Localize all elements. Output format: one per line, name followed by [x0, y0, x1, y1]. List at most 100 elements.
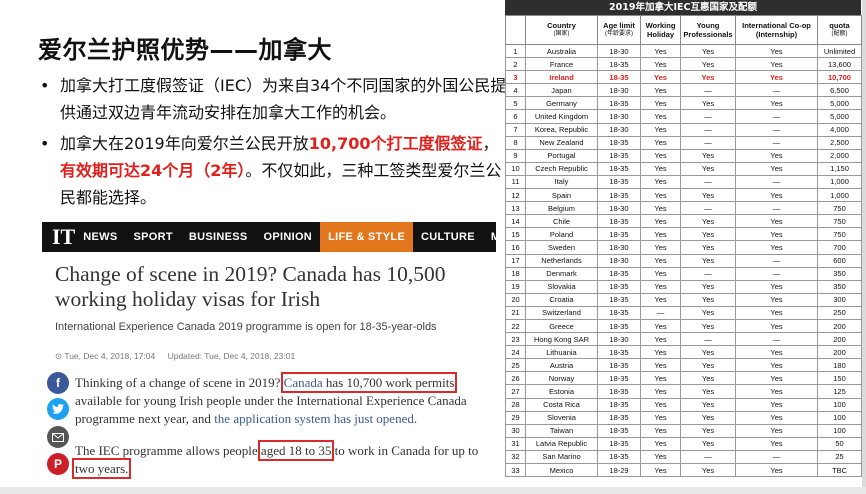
- table-cell: 19: [505, 279, 526, 294]
- table-cell: Yes: [735, 214, 818, 229]
- nav-item-sport[interactable]: SPORT: [125, 222, 180, 252]
- table-cell: 22: [505, 318, 526, 334]
- table-cell: Yes: [680, 305, 736, 320]
- nav-item-business[interactable]: BUSINESS: [181, 222, 256, 252]
- header-label: Working Holiday: [645, 21, 676, 39]
- table-cell: 18-35: [597, 161, 641, 176]
- table-cell: 18-35: [597, 57, 641, 72]
- table-cell: Croatia: [525, 292, 598, 307]
- table-cell: Lithuania: [525, 345, 598, 360]
- table-cell: Yes: [735, 410, 818, 425]
- table-cell: —: [735, 332, 818, 347]
- table-cell: Yes: [640, 253, 681, 268]
- table-cell: 33: [505, 462, 526, 478]
- table-row: 21 Switzerland 18-35— Yes Yes 250: [505, 305, 862, 320]
- table-cell: 18-30: [597, 240, 641, 255]
- table-cell: 18-30: [597, 122, 641, 137]
- bullet-list: 加拿大打工度假签证（IEC）为来自34个不同国家的外国公民提供通过双边青年流动安…: [38, 72, 508, 215]
- table-cell: Yes: [640, 96, 681, 111]
- table-cell: 180: [817, 358, 862, 373]
- table-cell: 13: [505, 201, 526, 216]
- table-cell: —: [735, 201, 818, 216]
- table-cell: TBC: [817, 462, 862, 478]
- table-cell: Yes: [640, 332, 681, 347]
- table-cell: Yes: [640, 188, 681, 203]
- canada-link[interactable]: Canada: [284, 375, 323, 390]
- table-cell: Yes: [680, 70, 736, 85]
- table-row: 27 Estonia 18-35 Yes Yes Yes 125: [505, 384, 862, 399]
- table-cell: Yes: [735, 345, 818, 360]
- table-cell: Yes: [735, 462, 818, 478]
- table-cell: Yes: [735, 318, 818, 334]
- table-cell: Taiwan: [525, 423, 598, 438]
- table-cell: 700: [817, 240, 862, 255]
- table-cell: 350: [817, 266, 862, 281]
- table-cell: 5,000: [817, 96, 862, 111]
- paragraph-text: .: [413, 411, 418, 426]
- table-cell: 17: [505, 253, 526, 268]
- table-cell: Yes: [735, 436, 818, 451]
- table-row: 3 Ireland 18-35 Yes Yes Yes 10,700: [505, 70, 862, 85]
- table-cell: Yes: [680, 161, 736, 176]
- application-system-link[interactable]: the application system has just opened: [214, 411, 414, 426]
- table-row: 31 Latvia Republic 18-35 Yes Yes Yes 50: [505, 436, 862, 451]
- table-row: 15 Poland 18-35 Yes Yes Yes 750: [505, 227, 862, 242]
- table-cell: Yes: [680, 214, 736, 229]
- facebook-icon[interactable]: f: [47, 372, 69, 394]
- table-cell: Yes: [640, 227, 681, 242]
- email-icon[interactable]: [47, 426, 69, 448]
- highlighted-age-range: aged 18 to 35: [257, 440, 335, 461]
- table-cell: Yes: [680, 292, 736, 307]
- table-cell: Yes: [640, 148, 681, 163]
- table-cell: Yes: [640, 201, 681, 216]
- article-dates: ⊙ Tue, Dec 4, 2018, 17:04 Updated: Tue, …: [55, 351, 496, 362]
- table-row: 23 Hong Kong SAR 18-30 Yes — —200: [505, 332, 862, 347]
- table-cell: 750: [817, 214, 862, 229]
- table-row: 14 Chile 18-35 Yes Yes Yes 750: [505, 214, 862, 229]
- table-cell: Yes: [735, 371, 818, 386]
- site-logo[interactable]: IT: [42, 224, 75, 250]
- pinterest-icon[interactable]: P: [47, 453, 69, 475]
- table-row: 1 Australia 18-30 Yes Yes Yes Unlimited: [505, 43, 862, 59]
- published-date: ⊙ Tue, Dec 4, 2018, 17:04: [55, 351, 156, 361]
- table-cell: 18-35: [597, 436, 641, 451]
- highlighted-work-permits: Canada has 10,700 work permits: [280, 372, 458, 393]
- table-cell: Yes: [640, 358, 681, 373]
- table-cell: Yes: [735, 423, 818, 438]
- table-cell: 13,600: [817, 57, 862, 72]
- table-row: 7 Korea, Republic 18-30 Yes — —4,000: [505, 122, 862, 137]
- table-cell: 18-35: [597, 174, 641, 190]
- table-cell: 18-35: [597, 358, 641, 373]
- nav-item-more[interactable]: MORE: [483, 222, 496, 252]
- table-cell: 50: [817, 436, 862, 451]
- table-cell: 750: [817, 227, 862, 242]
- table-cell: Spain: [525, 188, 598, 203]
- table-cell: Norway: [525, 371, 598, 386]
- table-row: 33 Mexico 18-29 Yes Yes Yes TBC: [505, 462, 862, 478]
- table-cell: United Kingdom: [525, 109, 598, 124]
- table-cell: 2: [505, 57, 526, 72]
- table-row: 5 Germany 18-35 Yes Yes Yes 5,000: [505, 96, 862, 111]
- table-header-cell: Country (国家): [525, 15, 598, 45]
- table-row: 16 Sweden 18-30 Yes Yes Yes 700: [505, 240, 862, 255]
- table-cell: 300: [817, 292, 862, 307]
- table-cell: Slovenia: [525, 410, 598, 425]
- nav-item-opinion[interactable]: OPINION: [256, 222, 321, 252]
- table-cell: —: [735, 253, 818, 268]
- table-row: 9 Portugal 18-35 Yes Yes Yes 2,000: [505, 148, 862, 163]
- table-cell: Yes: [680, 279, 736, 294]
- nav-item-life-style[interactable]: LIFE & STYLE: [320, 222, 413, 252]
- table-cell: 250: [817, 305, 862, 320]
- table-cell: 5: [505, 96, 526, 111]
- bullet-item: 加拿大在2019年向爱尔兰公民开放10,700个打工度假签证， 有效期可达24个月…: [38, 130, 508, 211]
- table-cell: —: [680, 174, 736, 190]
- nav-item-news[interactable]: NEWS: [75, 222, 125, 252]
- table-cell: —: [680, 332, 736, 347]
- nav-item-culture[interactable]: CULTURE: [413, 222, 483, 252]
- table-cell: Yes: [640, 292, 681, 307]
- table-cell: Latvia Republic: [525, 436, 598, 451]
- table-cell: Yes: [735, 384, 818, 399]
- table-row: 22 Greece 18-35 Yes Yes Yes 200: [505, 318, 862, 334]
- twitter-icon[interactable]: [47, 398, 69, 420]
- article-paragraph: Thinking of a change of scene in 2019? C…: [75, 372, 493, 428]
